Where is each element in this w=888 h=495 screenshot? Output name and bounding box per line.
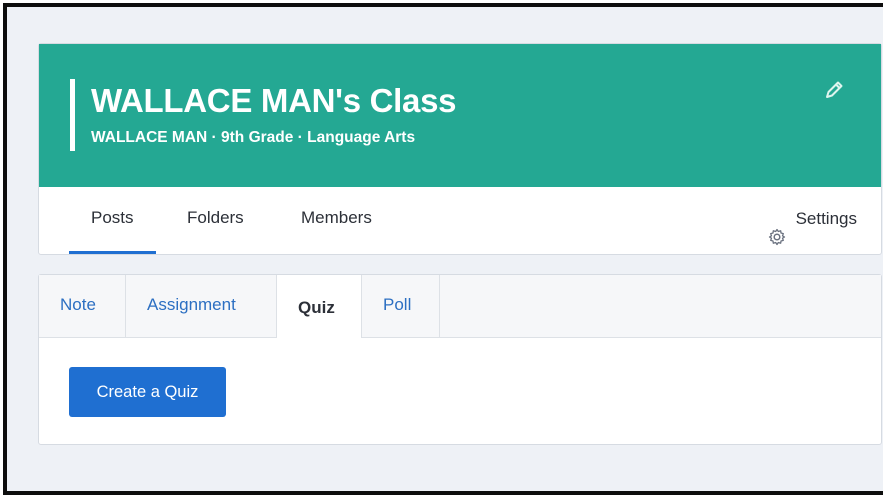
gear-icon	[768, 210, 786, 246]
class-nav: Posts Folders Members Settings	[39, 187, 881, 255]
tab-posts[interactable]: Posts	[69, 187, 156, 254]
settings-label: Settings	[795, 209, 857, 228]
composer-tabs: Note Assignment Quiz Poll	[39, 275, 881, 338]
tab-folders[interactable]: Folders	[187, 187, 244, 251]
class-title: WALLACE MAN's Class	[91, 82, 457, 119]
tab-members[interactable]: Members	[301, 187, 372, 251]
class-banner: WALLACE MAN's Class WALLACE MAN · 9th Gr…	[39, 44, 881, 187]
title-accent-bar	[70, 79, 75, 151]
tab-quiz[interactable]: Quiz	[277, 275, 362, 338]
tab-assignment[interactable]: Assignment	[126, 275, 277, 337]
tab-poll[interactable]: Poll	[362, 275, 440, 337]
create-quiz-button[interactable]: Create a Quiz	[69, 367, 226, 417]
pencil-icon[interactable]	[823, 79, 845, 101]
post-composer: Note Assignment Quiz Poll Create a Quiz	[38, 274, 882, 445]
class-header-card: WALLACE MAN's Class WALLACE MAN · 9th Gr…	[38, 43, 882, 255]
tab-note[interactable]: Note	[39, 275, 126, 337]
class-subtitle: WALLACE MAN · 9th Grade · Language Arts	[91, 129, 416, 146]
app-frame: WALLACE MAN's Class WALLACE MAN · 9th Gr…	[3, 3, 883, 495]
settings-button[interactable]: Settings	[768, 187, 857, 251]
